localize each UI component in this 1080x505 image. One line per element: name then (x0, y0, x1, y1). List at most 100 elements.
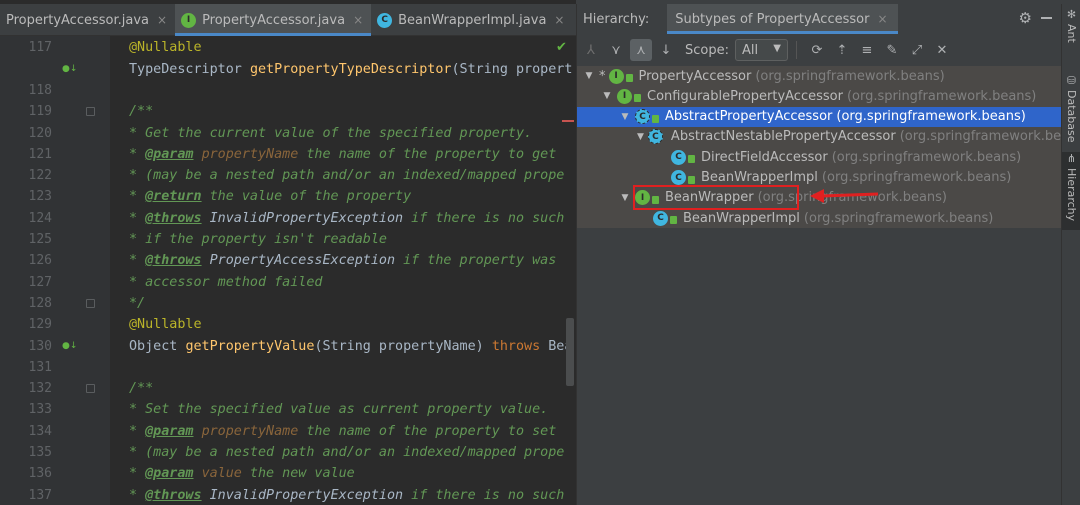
code-line[interactable]: 127 * accessor method failed (0, 272, 576, 293)
panel-title: Hierarchy: (583, 11, 650, 27)
fold-icon[interactable] (86, 107, 95, 116)
tab-property-accessor-2[interactable]: I PropertyAccessor.java × (175, 4, 372, 36)
tree-node[interactable]: ▼ C AbstractPropertyAccessor (org.springfra… (577, 106, 1062, 127)
code-line[interactable]: ●↓ TypeDescriptor getPropertyTypeDescript… (0, 59, 576, 80)
chevron-down-icon[interactable]: ▼ (637, 132, 644, 142)
code-line[interactable]: 137 * @throws InvalidPropertyException if… (0, 485, 576, 505)
public-access-icon (688, 175, 695, 184)
code-line[interactable]: 128 */ (0, 293, 576, 314)
code-line[interactable]: 129 @Nullable (0, 314, 576, 335)
hierarchy-toolbar: ⅄ ⋎ ⋏ ↓ Scope: All ▼ ⟳ ⇡ ≡ ✎ ⤢ ✕ (577, 36, 1062, 64)
tree-node-name: BeanWrapperImpl (701, 170, 818, 185)
line-text: */ (129, 296, 146, 311)
line-number: 130 (28, 339, 52, 354)
code-line[interactable]: 136 * @param value the new value (0, 463, 576, 484)
code-editor[interactable]: 116*/117@Nullable●↓TypeDescriptor getPro… (0, 0, 576, 505)
code-line[interactable]: 121 * @param propertyName the name of the… (0, 144, 576, 165)
tool-ant[interactable]: ✻ Ant (1062, 8, 1080, 43)
tree-node-name: AbstractNestablePropertyAccessor (670, 129, 896, 145)
scope-value: All (741, 42, 759, 58)
code-line[interactable]: 132 /** (0, 378, 576, 399)
editor-scrollbar[interactable] (566, 318, 574, 386)
tree-node[interactable]: ▼ I ConfigurablePropertyAccessor (org.sprin… (577, 86, 1062, 106)
expand-icon[interactable]: ⤢ (906, 39, 928, 61)
code-line[interactable]: 134 * @param propertyName the name of the… (0, 421, 576, 442)
annotation-arrow (810, 189, 879, 203)
code-line[interactable]: 122 * (may be a nested path and/or an ind… (0, 165, 576, 186)
scope-label: Scope: (685, 42, 729, 58)
export-icon[interactable]: ⇡ (831, 39, 853, 61)
tree-node[interactable]: ▼ C AbstractNestablePropertyAccessor (org.s… (577, 127, 1080, 147)
abstract-icon: C (647, 129, 663, 145)
tab-label: PropertyAccessor.java (6, 12, 149, 28)
close-icon[interactable]: ✕ (931, 39, 953, 61)
tab-label: Subtypes of PropertyAccessor (675, 11, 870, 27)
public-access-icon (670, 216, 677, 225)
code-line[interactable]: 135 * (may be a nested path and/or an ind… (0, 442, 576, 463)
line-number: 134 (28, 424, 52, 439)
autoscroll-icon[interactable]: ≡ (856, 39, 878, 61)
close-icon[interactable]: × (554, 13, 564, 27)
tool-hierarchy[interactable]: ⋔ Hierarchy (1062, 152, 1080, 230)
chevron-down-icon[interactable]: ▼ (619, 112, 631, 122)
code-line[interactable]: 133 * Set the specified value as current … (0, 399, 576, 420)
tool-window-stripe: ✻ Ant ⛁ Database ⋔ Hierarchy (1061, 4, 1080, 505)
code-line[interactable]: 120 * Get the current value of the specif… (0, 123, 576, 144)
implemented-icon[interactable]: ●↓ (62, 64, 77, 74)
chevron-down-icon[interactable]: ▼ (619, 193, 631, 203)
close-icon[interactable]: × (157, 13, 167, 27)
tool-label: Ant (1065, 24, 1078, 43)
sort-alpha-icon[interactable]: ↓ (655, 39, 677, 61)
code-line[interactable]: 131 (0, 357, 576, 378)
scope-dropdown[interactable]: All ▼ (734, 39, 788, 61)
line-text: /** (129, 104, 154, 119)
implemented-icon[interactable]: ●↓ (62, 341, 77, 351)
close-icon[interactable]: × (353, 13, 363, 27)
code-line[interactable]: 125 * if the property isn't readable (0, 229, 576, 250)
supertypes-icon[interactable]: ⋎ (605, 39, 627, 61)
refresh-icon[interactable]: ⟳ (806, 39, 828, 61)
tree-node-package: (org.springframework.beans) (846, 88, 1037, 104)
line-number: 135 (28, 445, 52, 460)
interface-icon: I (608, 68, 624, 84)
annotation-highlight-box (633, 185, 799, 210)
line-text: * @return the value of the property (129, 189, 412, 204)
inspection-ok-icon[interactable]: ✔ (556, 40, 567, 55)
chevron-down-icon[interactable]: ▼ (601, 91, 613, 101)
tab-label: BeanWrapperImpl.java (398, 12, 547, 28)
code-line[interactable]: 126 * @throws PropertyAccessException if … (0, 250, 576, 271)
tab-subtypes[interactable]: Subtypes of PropertyAccessor × (667, 4, 898, 34)
tab-property-accessor-1[interactable]: PropertyAccessor.java × (0, 4, 175, 36)
tree-node-package: (org.springframework.beans) (803, 210, 994, 226)
code-line[interactable]: 130 ●↓ Object getPropertyValue(String prop… (0, 336, 576, 357)
line-text: * Get the current value of the specified… (129, 126, 533, 141)
chevron-down-icon[interactable]: ▼ (583, 71, 595, 81)
line-text: * (may be a nested path and/or an indexe… (129, 168, 565, 183)
error-stripe-mark[interactable] (562, 120, 574, 122)
minimize-icon[interactable] (1041, 17, 1052, 19)
fold-icon[interactable] (86, 299, 95, 308)
line-text: @Nullable (129, 317, 202, 332)
tree-node[interactable]: C BeanWrapperImpl (org.springframework.bea… (577, 208, 1062, 228)
tool-database[interactable]: ⛁ Database (1062, 74, 1080, 143)
fold-icon[interactable] (86, 384, 95, 393)
code-line[interactable]: 123 * @return the value of the property (0, 186, 576, 207)
code-line[interactable]: 124 * @throws InvalidPropertyException if… (0, 208, 576, 229)
editor-tab-bar: PropertyAccessor.java × I PropertyAccess… (0, 4, 576, 36)
close-icon[interactable]: × (877, 12, 887, 26)
class-hierarchy-icon[interactable]: ⅄ (580, 39, 602, 61)
gear-icon[interactable]: ⚙ (1019, 9, 1032, 27)
code-area[interactable]: 116*/117@Nullable●↓TypeDescriptor getPro… (0, 26, 576, 505)
subtypes-icon[interactable]: ⋏ (630, 39, 652, 61)
hierarchy-tree[interactable]: ▼ * I PropertyAccessor (org.springframework.… (577, 66, 1080, 505)
pin-icon[interactable]: ✎ (881, 39, 903, 61)
code-line[interactable]: 118 (0, 80, 576, 101)
tree-node[interactable]: ▼ * I PropertyAccessor (org.springframework.… (577, 66, 1062, 86)
code-line[interactable]: 119 /** (0, 101, 576, 122)
tree-node[interactable]: C DirectFieldAccessor (org.springframework… (577, 147, 1062, 167)
code-line[interactable]: 117 @Nullable (0, 37, 576, 58)
tree-node-package: (org.springframework.beans) (821, 170, 1012, 185)
line-text: TypeDescriptor getPropertyTypeDescriptor… (129, 62, 573, 77)
tab-bean-wrapper-impl[interactable]: C BeanWrapperImpl.java × (371, 4, 572, 36)
line-text: /** (129, 381, 154, 396)
